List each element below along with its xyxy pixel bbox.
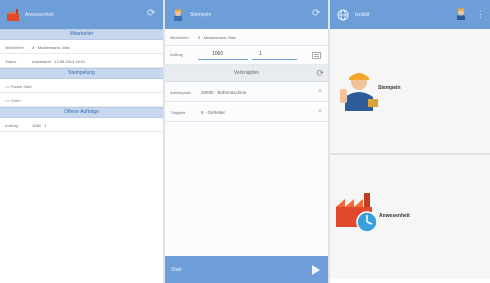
refresh-icon[interactable]: ⟳ bbox=[316, 68, 324, 79]
auftrag-position-input[interactable]: 1 bbox=[252, 49, 297, 60]
globe-logo-icon bbox=[337, 9, 349, 21]
arbeitsplatz-value[interactable]: 20030 · Bohrmaschine bbox=[201, 90, 246, 95]
verknuepfen-button[interactable]: Verknüpfen ⟳ bbox=[165, 65, 328, 82]
auftrag-label: Auftrag bbox=[5, 123, 18, 128]
start-label: Start bbox=[171, 267, 182, 273]
app-title: Anwesenheit bbox=[25, 12, 54, 18]
worker-logo-icon bbox=[174, 9, 182, 21]
refresh-icon[interactable]: ⟳ bbox=[312, 9, 322, 19]
factory-logo-icon bbox=[7, 9, 19, 21]
worker-icon bbox=[340, 73, 378, 111]
play-icon bbox=[312, 265, 320, 275]
stempeln-tile[interactable]: Stempeln bbox=[330, 29, 490, 155]
overflow-menu-icon[interactable]: ⋮ bbox=[476, 9, 486, 19]
auftrag-row[interactable]: Auftrag 1060 · 1 bbox=[0, 118, 163, 132]
stempel-item-label: => Gehe bbox=[5, 98, 21, 103]
mitarbeiter-value: 3 · Mustermann, Max bbox=[198, 35, 236, 40]
section-header-auftraege: Offene Aufträge bbox=[0, 107, 163, 118]
factory-clock-icon bbox=[336, 193, 378, 233]
mitarbeiter-value: 3 · Mustermann, Max bbox=[32, 45, 70, 50]
keyboard-icon[interactable] bbox=[312, 52, 321, 59]
anwesenheit-tile[interactable]: Anwesenheit bbox=[330, 155, 490, 279]
stempel-item-label: => Pause Start bbox=[5, 84, 32, 89]
stempel-item[interactable]: => Pause Start bbox=[0, 79, 163, 93]
worker-icon[interactable] bbox=[455, 8, 467, 20]
clear-icon[interactable]: × bbox=[318, 88, 322, 95]
auftrag-label: Auftrag bbox=[170, 52, 183, 57]
stempeln-screen: Stempeln ⟳ Mitarbeiter 3 · Mustermann, M… bbox=[165, 0, 328, 283]
clear-icon[interactable]: × bbox=[318, 108, 322, 115]
taetigkeit-row: Tätigkeit 8 · Gefreiter × bbox=[165, 102, 328, 122]
auftrag-row: Auftrag 1060 1 bbox=[165, 46, 328, 65]
stempel-item[interactable]: => Gehe bbox=[0, 93, 163, 107]
start-button[interactable]: Start bbox=[165, 256, 328, 283]
mitarbeiter-label: Mitarbeiter bbox=[5, 45, 24, 50]
anwesenheit-screen: Anwesenheit ⟳ Mitarbeiter Mitarbeiter 3 … bbox=[0, 0, 163, 283]
section-header-mitarbeiter: Mitarbeiter bbox=[0, 29, 163, 40]
auftrag-input[interactable]: 1060 bbox=[198, 49, 248, 60]
anwesenheit-label: Anwesenheit bbox=[379, 213, 410, 219]
refresh-icon[interactable]: ⟳ bbox=[147, 9, 157, 19]
stempeln-label: Stempeln bbox=[378, 85, 401, 91]
app-title: Isolditt bbox=[355, 12, 370, 18]
app-bar: Anwesenheit ⟳ bbox=[0, 0, 163, 29]
arbeitsplatz-row: Arbeitsplatz 20030 · Bohrmaschine × bbox=[165, 82, 328, 102]
section-header-stempelung: Stempelung bbox=[0, 68, 163, 79]
app-bar: Stempeln ⟳ bbox=[165, 0, 328, 29]
mitarbeiter-label: Mitarbeiter bbox=[170, 35, 189, 40]
status-row: Status Anwesend · 13.08.2014 16:01 bbox=[0, 54, 163, 68]
taetigkeit-value[interactable]: 8 · Gefreiter bbox=[201, 110, 225, 115]
app-bar: Isolditt ⋮ bbox=[330, 0, 490, 29]
status-label: Status bbox=[5, 59, 17, 64]
app-title: Stempeln bbox=[190, 12, 212, 18]
arbeitsplatz-label: Arbeitsplatz bbox=[170, 90, 191, 95]
status-value: Anwesend · 13.08.2014 16:01 bbox=[32, 59, 86, 64]
mitarbeiter-row: Mitarbeiter 3 · Mustermann, Max bbox=[0, 40, 163, 54]
taetigkeit-label: Tätigkeit bbox=[170, 110, 186, 115]
mitarbeiter-row: Mitarbeiter 3 · Mustermann, Max bbox=[165, 29, 328, 46]
auftrag-value: 1060 · 1 bbox=[32, 123, 47, 128]
home-screen: Isolditt ⋮ Stempeln Anwesenheit bbox=[330, 0, 490, 283]
verknuepfen-label: Verknüpfen bbox=[233, 70, 260, 76]
